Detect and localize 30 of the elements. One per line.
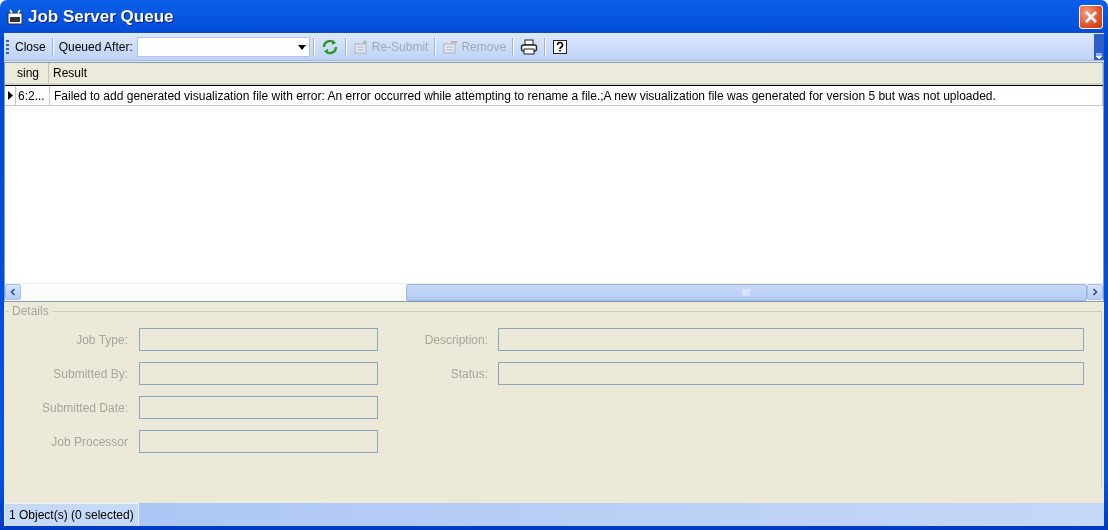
- toolbar-overflow-button[interactable]: [1094, 34, 1104, 60]
- status-text: 1 Object(s) (0 selected): [4, 503, 139, 526]
- table-cell: 6:2...: [16, 86, 50, 105]
- details-group-title: Details: [11, 304, 50, 318]
- chevron-down-icon: [1095, 52, 1103, 60]
- field-label: Description:: [423, 332, 488, 347]
- chevron-left-icon: [9, 288, 17, 296]
- field-label: Submitted Date:: [40, 400, 128, 415]
- close-icon: [1084, 9, 1098, 24]
- toolbar-grip[interactable]: [6, 39, 9, 55]
- field-label: Submitted By:: [52, 366, 128, 381]
- close-toolbar-button[interactable]: Close: [12, 38, 49, 56]
- column-header[interactable]: sing: [15, 63, 49, 83]
- field-label: Job Processor: [50, 434, 128, 449]
- document-minus-icon: [442, 39, 459, 55]
- horizontal-scrollbar[interactable]: [5, 283, 1103, 301]
- help-icon: [552, 39, 569, 55]
- column-header[interactable]: Result: [49, 63, 1103, 83]
- queued-after-label: Queued After:: [58, 40, 133, 54]
- document-plus-icon: [352, 39, 369, 55]
- field-label: Status:: [449, 366, 488, 381]
- chevron-right-icon: [1091, 288, 1099, 296]
- app-icon: [7, 8, 23, 25]
- print-icon: [520, 39, 539, 55]
- refresh-icon: [320, 38, 339, 56]
- close-button[interactable]: [1079, 4, 1103, 29]
- window-title: Job Server Queue: [28, 6, 174, 27]
- queued-after-dropdown[interactable]: [136, 37, 310, 57]
- table-cell: Failed to add generated visualization file with error: An error occurred while attempting to rename a file.;A new visualization file was generated for version 5 but was not uploaded.: [50, 86, 1103, 105]
- field-label: Job Type:: [75, 332, 128, 347]
